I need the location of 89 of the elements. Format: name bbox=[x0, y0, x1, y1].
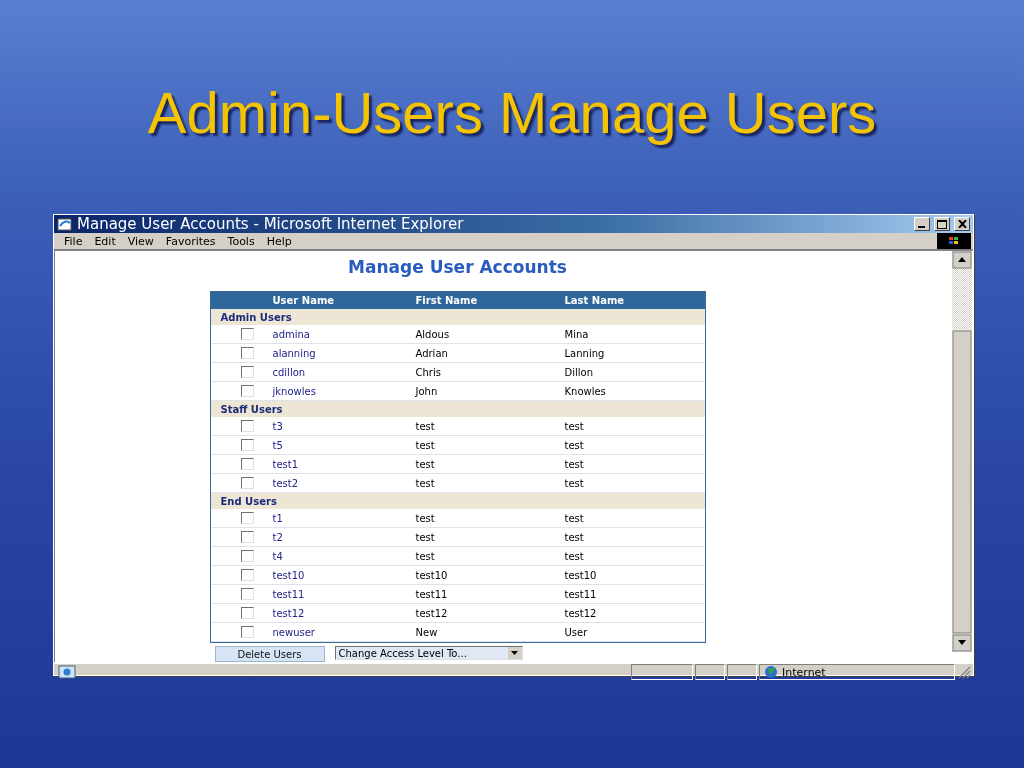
table-cell-text: test bbox=[564, 512, 585, 524]
checkbox[interactable] bbox=[240, 385, 254, 397]
table-cell-text: Chris bbox=[415, 366, 442, 378]
page-heading: Manage User Accounts bbox=[347, 257, 568, 277]
checkbox[interactable] bbox=[240, 531, 254, 543]
close-button[interactable] bbox=[954, 217, 970, 231]
table-cell-text: test11 bbox=[564, 588, 598, 600]
table-cell-text: Knowles bbox=[564, 385, 607, 397]
table-cell-text: Adrian bbox=[415, 347, 449, 359]
checkbox[interactable] bbox=[240, 347, 254, 359]
username-link[interactable]: t2 bbox=[272, 531, 416, 543]
table-cell-text: test10 bbox=[415, 569, 449, 581]
checkbox[interactable] bbox=[240, 420, 254, 432]
menu-item[interactable]: View bbox=[123, 234, 162, 248]
table-cell-text: test bbox=[415, 550, 436, 562]
browser-icon bbox=[57, 217, 73, 231]
maximize-button[interactable] bbox=[934, 217, 950, 231]
vertical-scrollbar[interactable] bbox=[952, 251, 972, 652]
group-header: Admin Users bbox=[210, 309, 705, 325]
close-icon bbox=[957, 220, 967, 228]
checkbox[interactable] bbox=[240, 607, 254, 619]
checkbox[interactable] bbox=[240, 569, 254, 581]
column-header: Last Name bbox=[564, 295, 626, 306]
column-header: User Name bbox=[272, 295, 336, 306]
access-level-dropdown[interactable]: Change Access Level To... bbox=[334, 646, 523, 660]
table-cell-text: Mina bbox=[564, 328, 590, 340]
checkbox[interactable] bbox=[240, 328, 254, 340]
checkbox[interactable] bbox=[240, 588, 254, 600]
window-title: Manage User Accounts - Microsoft Internet Explorer bbox=[77, 215, 465, 233]
username-link[interactable]: t5 bbox=[272, 439, 416, 451]
table-cell-text: test bbox=[415, 420, 436, 432]
resize-grip-icon[interactable] bbox=[957, 665, 971, 679]
username-link[interactable]: newuser bbox=[272, 626, 416, 638]
table-cell-text: test bbox=[564, 439, 585, 451]
table-cell-text: test10 bbox=[564, 569, 598, 581]
page-icon bbox=[56, 665, 78, 679]
table-cell-text: test bbox=[564, 477, 585, 489]
menu-item[interactable]: Tools bbox=[223, 234, 263, 248]
table-cell-text: Aldous bbox=[415, 328, 451, 340]
username-link[interactable]: cdillon bbox=[272, 366, 416, 378]
menu-item[interactable]: Favorites bbox=[161, 234, 224, 248]
group-header: Staff Users bbox=[210, 401, 705, 417]
table-cell-text: John bbox=[415, 385, 439, 397]
table-cell-text: New bbox=[415, 626, 439, 638]
table-cell-text: Dillon bbox=[564, 366, 594, 378]
table-cell-text: test12 bbox=[564, 607, 598, 619]
table-cell-text: test bbox=[415, 458, 436, 470]
table-cell-text: test bbox=[564, 420, 585, 432]
table-cell-text: test bbox=[415, 531, 436, 543]
table-cell-text: test11 bbox=[415, 588, 449, 600]
checkbox[interactable] bbox=[240, 477, 254, 489]
globe-icon bbox=[764, 665, 778, 679]
security-zone-label: Internet bbox=[782, 665, 826, 679]
table-cell-text: test bbox=[415, 439, 436, 451]
menu-item[interactable]: File bbox=[60, 234, 91, 248]
delete-users-button[interactable]: Delete Users bbox=[214, 646, 325, 662]
checkbox[interactable] bbox=[240, 550, 254, 562]
username-link[interactable]: test11 bbox=[272, 588, 416, 600]
minimize-button[interactable] bbox=[914, 217, 930, 231]
checkbox[interactable] bbox=[240, 439, 254, 451]
table-cell-text: test12 bbox=[415, 607, 449, 619]
table-cell-text: test bbox=[415, 477, 436, 489]
username-link[interactable]: t4 bbox=[272, 550, 416, 562]
checkbox[interactable] bbox=[240, 512, 254, 524]
username-link[interactable]: test2 bbox=[272, 477, 416, 489]
maximize-icon bbox=[937, 219, 947, 229]
username-link[interactable]: admina bbox=[272, 328, 416, 340]
username-link[interactable]: test12 bbox=[272, 607, 416, 619]
menu-item[interactable]: Help bbox=[262, 234, 300, 248]
checkbox[interactable] bbox=[240, 626, 254, 638]
checkbox[interactable] bbox=[240, 458, 254, 470]
table-cell-text: test bbox=[564, 550, 585, 562]
table-cell-text: User bbox=[564, 626, 589, 638]
username-link[interactable]: test10 bbox=[272, 569, 416, 581]
username-link[interactable]: test1 bbox=[272, 458, 416, 470]
caret-icon bbox=[511, 651, 518, 655]
table-cell-text: Lanning bbox=[564, 347, 606, 359]
username-link[interactable]: t3 bbox=[272, 420, 416, 432]
menu-item[interactable]: Edit bbox=[90, 234, 124, 248]
username-link[interactable]: jknowles bbox=[272, 385, 416, 397]
column-header: First Name bbox=[415, 295, 479, 306]
checkbox[interactable] bbox=[240, 366, 254, 378]
group-header: End Users bbox=[210, 493, 705, 509]
table-cell-text: test bbox=[415, 512, 436, 524]
table-cell-text: test bbox=[564, 531, 585, 543]
username-link[interactable]: alanning bbox=[272, 347, 416, 359]
slide-title: Admin-Users Manage Users bbox=[147, 79, 877, 147]
table-cell-text: test bbox=[564, 458, 585, 470]
username-link[interactable]: t1 bbox=[272, 512, 416, 524]
